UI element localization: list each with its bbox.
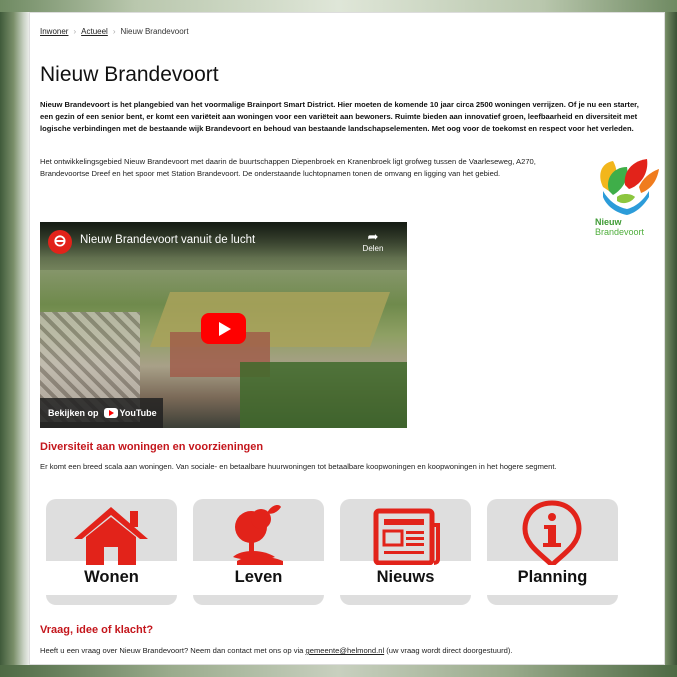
watch-on-youtube-button[interactable]: Bekijken op YouTube	[40, 398, 163, 428]
tile-nieuws[interactable]: Nieuws	[340, 499, 471, 605]
youtube-logo-icon: YouTube	[103, 408, 157, 418]
tile-label: Leven	[234, 568, 283, 586]
logo-line2: Brandevoort	[595, 227, 645, 237]
background-top	[0, 0, 677, 12]
tile-label: Planning	[517, 568, 588, 586]
tree-icon	[233, 505, 283, 565]
video-thumbnail-trees	[240, 362, 407, 428]
page-title: Nieuw Brandevoort	[40, 63, 219, 86]
channel-avatar-icon[interactable]: ⊖	[48, 230, 72, 254]
tile-label: Wonen	[84, 568, 139, 586]
contact-text: Heeft u een vraag over Nieuw Brandevoort…	[40, 645, 660, 657]
tile-label: Nieuws	[376, 568, 435, 586]
contact-text-before: Heeft u een vraag over Nieuw Brandevoort…	[40, 646, 306, 655]
contact-heading: Vraag, idee of klacht?	[40, 624, 154, 636]
breadcrumb-link-actueel[interactable]: Actueel	[81, 27, 108, 36]
tile-wonen[interactable]: Wonen	[46, 499, 177, 605]
youtube-video-embed[interactable]: ⊖ Nieuw Brandevoort vanuit de lucht ➦ De…	[40, 222, 407, 428]
youtube-play-icon	[103, 408, 118, 418]
diversity-text: Er komt een breed scala aan woningen. Va…	[40, 462, 557, 471]
watch-on-label: Bekijken op	[48, 408, 99, 418]
email-link[interactable]: gemeente@helmond.nl	[306, 646, 385, 655]
background-bottom	[0, 665, 677, 677]
logo-text: Nieuw Brandevoort	[595, 217, 661, 237]
intro-paragraph: Nieuw Brandevoort is het plangebied van …	[40, 100, 639, 133]
breadcrumb-link-inwoner[interactable]: Inwoner	[40, 27, 68, 36]
area-description: Het ontwikkelingsgebied Nieuw Brandevoor…	[40, 157, 536, 178]
breadcrumb: Inwoner › Actueel › Nieuw Brandevoort	[40, 27, 189, 36]
logo-leaves-icon	[600, 159, 659, 215]
breadcrumb-separator-icon: ›	[112, 27, 116, 36]
share-button[interactable]: ➦ Delen	[353, 229, 393, 254]
breadcrumb-current: Nieuw Brandevoort	[120, 27, 189, 36]
play-button[interactable]	[201, 313, 246, 344]
share-label: Delen	[362, 244, 384, 253]
navigation-tiles: Wonen Leven Nieuws Planning	[46, 499, 646, 605]
info-icon	[522, 500, 582, 565]
youtube-label: YouTube	[119, 408, 157, 418]
share-arrow-icon: ➦	[367, 229, 379, 244]
content-page: Inwoner › Actueel › Nieuw Brandevoort Ni…	[29, 12, 665, 665]
house-icon	[74, 507, 148, 565]
logo-line1: Nieuw	[595, 217, 622, 227]
contact-text-after: (uw vraag wordt direct doorgestuurd).	[384, 646, 513, 655]
breadcrumb-separator-icon: ›	[73, 27, 77, 36]
video-title[interactable]: Nieuw Brandevoort vanuit de lucht	[80, 234, 255, 246]
nieuw-brandevoort-logo: Nieuw Brandevoort	[595, 157, 661, 243]
tile-leven[interactable]: Leven	[193, 499, 324, 605]
diversity-heading: Diversiteit aan woningen en voorzieninge…	[40, 441, 264, 453]
tile-planning[interactable]: Planning	[487, 499, 618, 605]
newspaper-icon	[373, 508, 440, 565]
